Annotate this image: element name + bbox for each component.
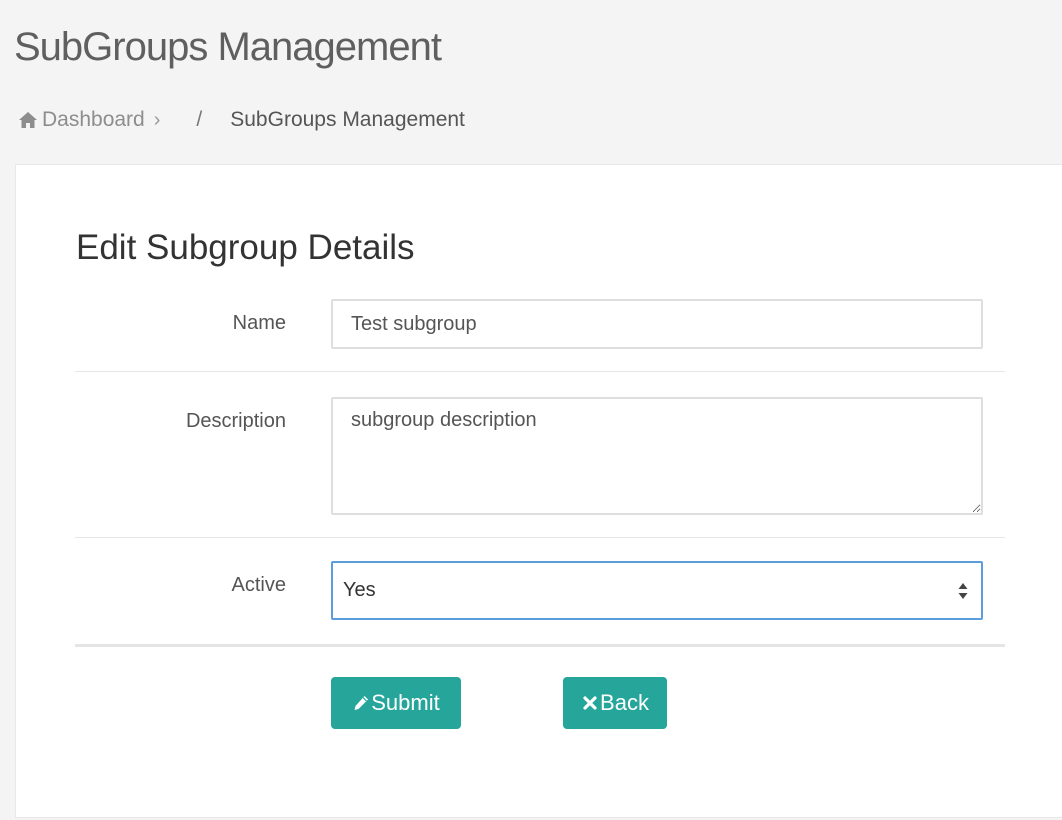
select-arrows-icon	[958, 583, 968, 599]
breadcrumb-dashboard-label: Dashboard	[42, 108, 145, 131]
pencil-icon	[354, 696, 369, 710]
breadcrumb-current: SubGroups Management	[230, 108, 465, 131]
submit-button[interactable]: Submit	[331, 677, 461, 729]
active-select-value: Yes	[343, 579, 376, 601]
back-button[interactable]: Back	[563, 677, 667, 729]
description-textarea[interactable]: subgroup description	[331, 397, 983, 515]
edit-subgroup-panel: Edit Subgroup Details Name Description s…	[15, 164, 1062, 818]
active-select[interactable]: Yes	[331, 561, 983, 620]
home-icon	[19, 112, 37, 128]
name-input[interactable]	[331, 299, 983, 349]
breadcrumb-separator: /	[196, 108, 203, 131]
close-icon	[583, 696, 597, 710]
description-label: Description	[185, 410, 286, 432]
page-title: SubGroups Management	[14, 25, 442, 69]
row-divider	[75, 371, 1005, 372]
active-label: Active	[231, 574, 286, 596]
form-footer-divider	[75, 644, 1005, 647]
name-label: Name	[232, 312, 286, 334]
back-label: Back	[600, 690, 649, 715]
submit-label: Submit	[371, 690, 440, 715]
row-divider	[75, 537, 1005, 538]
chevron-right-icon: ›	[153, 108, 161, 131]
breadcrumb-dashboard-link[interactable]: Dashboard	[18, 108, 145, 132]
form-heading: Edit Subgroup Details	[76, 228, 415, 267]
breadcrumb: Dashboard › / SubGroups Management	[18, 108, 465, 132]
